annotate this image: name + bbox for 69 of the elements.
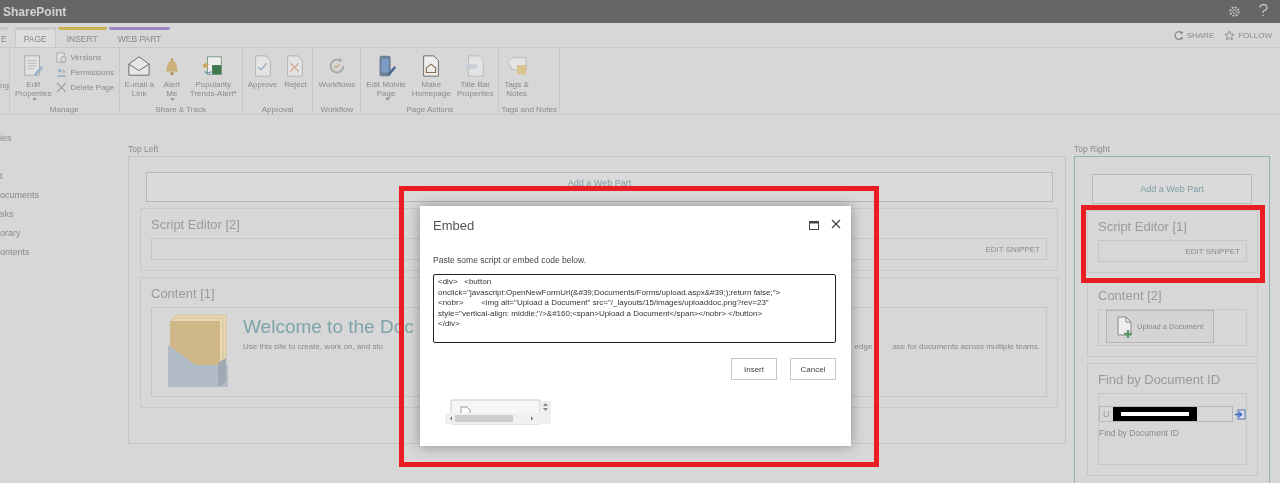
ribbon-group-label: Approval (260, 105, 295, 114)
welcome-text: edge (854, 342, 873, 351)
envelope-icon (127, 54, 152, 78)
ribbon-group-label: Tags and Notes (501, 105, 557, 114)
folder-tray-icon (168, 313, 230, 389)
zone-label: Top Left (128, 144, 160, 156)
follow-button[interactable]: FOLLOW (1224, 29, 1272, 41)
ribbon-tab[interactable]: E (0, 27, 9, 47)
ribbon-button[interactable]: Delete Page (54, 82, 117, 93)
ribbon-group-label: Page Actions (405, 105, 455, 114)
people-icon (56, 67, 68, 78)
instruction-text: Paste some script or embed code below. (433, 255, 587, 265)
document-plus-icon (1117, 315, 1133, 338)
add-web-part-button[interactable]: Add a Web Part (1092, 174, 1252, 204)
nav-link[interactable]: orary (0, 228, 128, 247)
web-part-title: Script Editor [1] (1098, 219, 1187, 234)
ribbon-button[interactable]: Alert Me (156, 54, 187, 101)
nav-link[interactable]: ies (0, 133, 128, 152)
go-arrow-icon[interactable] (1235, 408, 1246, 420)
nav-link[interactable]: t (0, 171, 128, 190)
nav-link[interactable]: ocuments (0, 190, 128, 209)
ribbon-button-label[interactable]: ng (0, 81, 9, 90)
ribbon-button[interactable]: Approve (244, 54, 281, 89)
close-button[interactable] (831, 218, 843, 230)
app-title: SharePoint (3, 4, 67, 19)
code-field[interactable]: <div> <button onclick="javascript:OpenNewFormUrl(&#39;Documents/Forms/upload.aspx&#39;);return false;"> <nobr> <img alt="Upload a Document" src="/_layouts/15/images/uploaddoc.png?rev=23" style="vertical-align: middle;"/>&#160;<span>Upload a Document</span></nobr> </button> </div> (433, 274, 836, 343)
document-clock-icon (56, 52, 68, 63)
field-caption: Find by Document ID (1099, 428, 1179, 438)
zone-label: Top Right (1074, 144, 1111, 156)
web-part-title: Content [2] (1098, 288, 1162, 303)
star-icon (1224, 29, 1236, 41)
ribbon-tab[interactable]: INSERT (57, 27, 107, 47)
ribbon-button[interactable]: E-mail a Link (121, 54, 157, 98)
share-icon (1172, 29, 1184, 41)
edit-snippet-link[interactable]: EDIT SNIPPET (985, 244, 1040, 254)
ribbon-tab[interactable]: PAGE (14, 27, 56, 47)
ribbon-button[interactable]: Make Homepage (408, 54, 454, 98)
caret-icon (31, 98, 37, 101)
settings-icon[interactable] (1228, 5, 1241, 18)
maximize-icon[interactable] (809, 221, 819, 230)
web-part-title: Find by Document ID (1098, 372, 1221, 387)
delete-icon (56, 82, 68, 93)
ribbon-group-label: Manage (48, 105, 80, 114)
ribbon-tab[interactable]: WEB PART (108, 27, 171, 47)
nav-link[interactable]: sks (0, 209, 128, 228)
share-button[interactable]: SHARE (1172, 29, 1215, 41)
ribbon-button[interactable]: Edit Properties (12, 54, 55, 101)
edit-snippet-link[interactable]: EDIT SNIPPET (1185, 246, 1240, 256)
ribbon-group-label: Workflow (319, 105, 355, 114)
ribbon-button[interactable]: Tags & Notes (501, 54, 532, 98)
cancel-button[interactable]: Cancel (790, 358, 836, 380)
ribbon-button[interactable]: Permissions (54, 67, 117, 78)
web-part-title: Content [1] (151, 286, 215, 301)
document-pencil-icon (21, 54, 46, 78)
web-part-title: Script Editor [2] (151, 217, 240, 232)
dialog-title: Embed (433, 218, 475, 233)
insert-button[interactable]: Insert (731, 358, 777, 380)
ribbon-button[interactable]: Workflows (315, 54, 359, 89)
welcome-text: ase for documents across multiple teams. (892, 342, 1040, 351)
ribbon-button[interactable]: Popularity Trends-Alert* (186, 54, 240, 98)
ribbon-button[interactable]: Reject (280, 54, 311, 89)
ribbon-button[interactable]: Edit Mobile Page (363, 54, 409, 101)
caret-icon (384, 98, 390, 101)
caret-icon (170, 98, 176, 101)
ribbon-button[interactable]: Title Bar Properties (453, 54, 497, 98)
welcome-text: Use this site to create, work on, and sto (243, 342, 384, 351)
ribbon-group-label: Share & Track (154, 105, 207, 114)
nav-link[interactable]: ontents (0, 247, 128, 266)
ribbon-button[interactable]: Versions (54, 52, 117, 63)
